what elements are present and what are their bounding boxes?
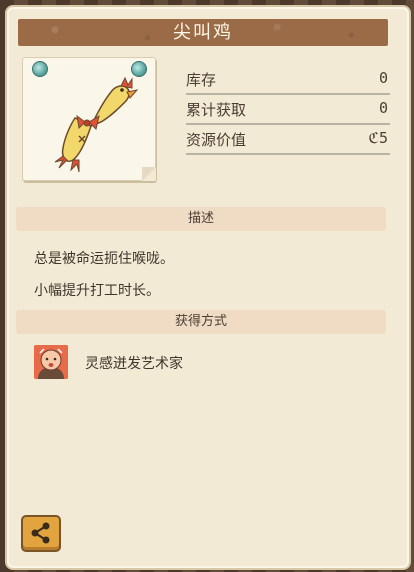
stat-value: 0 [378, 69, 388, 87]
stat-value: 0 [378, 99, 388, 117]
stat-row-resource-value: 资源价值 ℭ5 [186, 126, 390, 155]
item-image-card [22, 57, 156, 181]
rubber-chicken-icon [54, 76, 139, 173]
stats-list: 库存 0 累计获取 0 资源价值 ℭ5 [186, 66, 390, 156]
stat-value: ℭ5 [368, 129, 388, 147]
stat-label: 库存 [186, 71, 217, 89]
share-icon [31, 522, 50, 544]
share-button[interactable] [21, 515, 61, 552]
description-header: 描述 [16, 207, 386, 231]
stat-label: 资源价值 [186, 131, 247, 149]
description-line: 小幅提升打工时长。 [34, 283, 160, 299]
stat-row-total-acquired: 累计获取 0 [186, 96, 390, 125]
acquisition-source-item[interactable]: 灵感迸发艺术家 [34, 345, 294, 381]
stat-row-inventory: 库存 0 [186, 66, 390, 95]
stat-label: 累计获取 [186, 101, 247, 119]
artist-avatar-icon [34, 345, 68, 379]
description-line: 总是被命运扼住喉咙。 [34, 251, 174, 267]
title-bar: 尖叫鸡 [18, 19, 388, 46]
acquisition-source-label: 灵感迸发艺术家 [85, 356, 183, 372]
paper-fold [142, 167, 156, 181]
item-title: 尖叫鸡 [173, 22, 233, 43]
acquisition-header: 获得方式 [16, 310, 386, 334]
